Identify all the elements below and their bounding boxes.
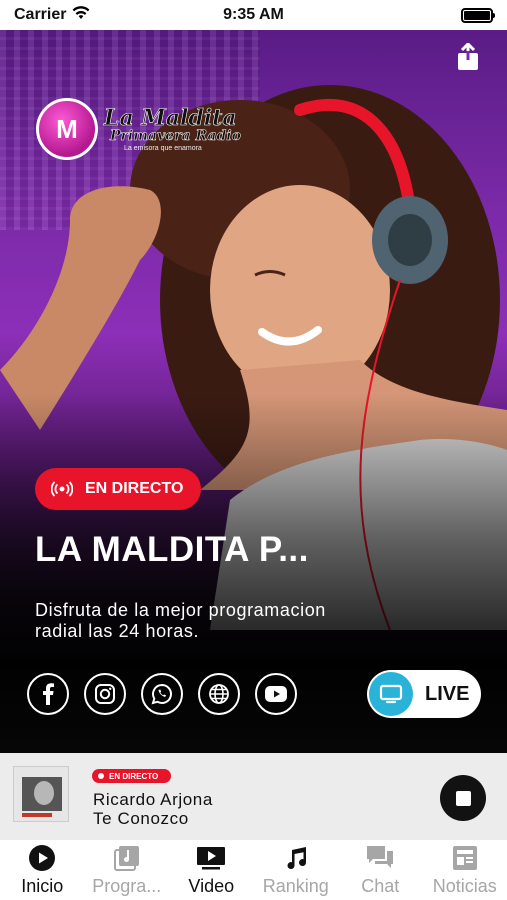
hero-banner: M La Maldita Primavera Radio La emisora … xyxy=(0,30,507,753)
tab-noticias[interactable]: Noticias xyxy=(423,840,507,900)
logo-tagline: La emisora que enamora xyxy=(124,144,202,152)
whatsapp-icon xyxy=(151,683,172,705)
now-playing-badge-label: EN DIRECTO xyxy=(109,771,159,781)
logo-subtitle: Primavera Radio xyxy=(110,127,241,144)
album-cover xyxy=(13,766,69,822)
youtube-button[interactable] xyxy=(255,673,297,715)
play-circle-icon xyxy=(27,845,57,871)
logo-title: La Maldita xyxy=(104,104,237,131)
chat-bubbles-icon xyxy=(365,845,395,871)
tab-inicio[interactable]: Inicio xyxy=(0,840,85,900)
music-album-icon xyxy=(112,845,142,871)
youtube-icon xyxy=(265,686,287,702)
share-button[interactable] xyxy=(455,42,481,72)
facebook-button[interactable] xyxy=(27,673,69,715)
live-video-button[interactable]: LIVE xyxy=(367,670,481,718)
broadcast-icon xyxy=(51,481,73,497)
live-dot-icon xyxy=(98,773,104,779)
tab-chat[interactable]: Chat xyxy=(338,840,423,900)
station-title: LA MALDITA P... xyxy=(35,530,309,569)
facebook-icon xyxy=(43,683,54,705)
website-button[interactable] xyxy=(198,673,240,715)
wifi-icon xyxy=(72,5,90,25)
now-playing-live-badge: EN DIRECTO xyxy=(92,769,171,783)
station-logo: M La Maldita Primavera Radio La emisora … xyxy=(36,98,241,160)
music-note-icon xyxy=(281,845,311,871)
carrier-label: Carrier xyxy=(14,6,67,23)
now-playing-artist: Ricardo Arjona xyxy=(93,790,213,809)
tab-label: Ranking xyxy=(262,876,329,896)
instagram-button[interactable] xyxy=(84,673,126,715)
tab-label: Noticias xyxy=(432,876,497,896)
tab-ranking[interactable]: Ranking xyxy=(254,840,339,900)
social-links xyxy=(27,673,297,715)
status-bar: Carrier 9:35 AM xyxy=(0,0,507,30)
tab-label: Inicio xyxy=(21,876,64,896)
stop-icon xyxy=(455,790,471,806)
newspaper-icon xyxy=(450,845,480,871)
web-globe-icon xyxy=(209,684,229,704)
now-playing-bar[interactable]: EN DIRECTO Ricardo Arjona Te Conozco xyxy=(0,753,507,840)
status-left: Carrier xyxy=(14,5,90,25)
stop-button[interactable] xyxy=(440,775,486,821)
logo-mark-icon: M xyxy=(36,98,98,160)
share-icon xyxy=(458,43,478,70)
bottom-tab-bar: Inicio Progra... Video Ranking Chat Noti… xyxy=(0,840,507,900)
instagram-icon xyxy=(95,684,115,704)
whatsapp-button[interactable] xyxy=(141,673,183,715)
tab-label: Chat xyxy=(361,876,400,896)
tab-video[interactable]: Video xyxy=(169,840,254,900)
battery-icon xyxy=(461,7,495,23)
video-play-icon xyxy=(196,845,226,871)
en-directo-badge: EN DIRECTO xyxy=(35,468,201,510)
tab-label: Progra... xyxy=(92,876,162,896)
station-description: Disfruta de la mejor programacion radial… xyxy=(35,600,326,641)
tv-icon xyxy=(369,672,413,716)
tab-programacion[interactable]: Progra... xyxy=(85,840,170,900)
live-label: LIVE xyxy=(425,682,470,705)
now-playing-song: Te Conozco xyxy=(93,809,189,828)
tab-label: Video xyxy=(188,876,235,896)
en-directo-label: EN DIRECTO xyxy=(85,480,184,497)
